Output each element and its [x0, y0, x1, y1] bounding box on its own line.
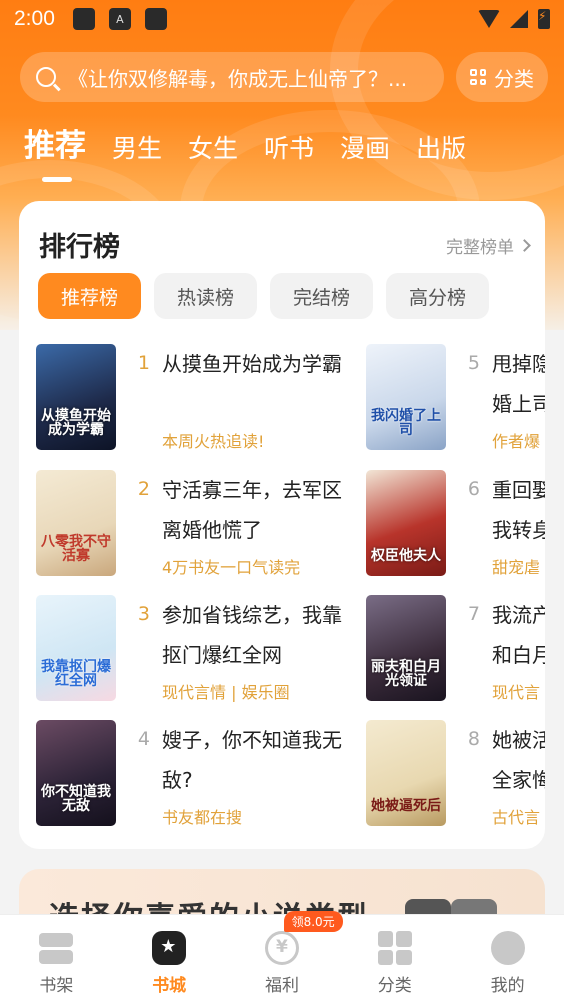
book-tag: 现代言 [492, 683, 541, 702]
ranking-title: 排行榜 [39, 232, 120, 263]
nav-bookstore[interactable]: ★ 书城 [113, 915, 226, 1002]
nav-welfare[interactable]: 福利 领8.0元 [226, 911, 343, 1002]
book-item[interactable]: 八零我不守活寡 2 守活寡三年，去军区离婚他慌了 4万书友一口气读完 [36, 470, 366, 580]
tab-female[interactable]: 女生 [188, 129, 238, 165]
book-cover: 从摸鱼开始成为学霸 [36, 344, 116, 450]
nav-label: 我的 [490, 976, 525, 996]
tab-audiobook[interactable]: 听书 [264, 129, 314, 165]
nav-label: 书架 [39, 976, 74, 996]
nav-profile[interactable]: 我的 [451, 915, 564, 1002]
notification-icon [72, 8, 95, 30]
nav-label: 书城 [152, 976, 187, 996]
rank-tab-recommend[interactable]: 推荐榜 [38, 273, 141, 319]
rank-number: 5 [467, 352, 480, 374]
notification-icon-2 [144, 8, 167, 30]
rank-number: 7 [467, 603, 480, 625]
book-tag: 作者爆 [492, 432, 541, 451]
search-icon [36, 67, 56, 87]
rank-tab-completed[interactable]: 完结榜 [270, 273, 373, 319]
category-label: 分类 [494, 66, 534, 91]
book-title: 从摸鱼开始成为学霸 [162, 352, 342, 376]
search-input[interactable]: 《让你双修解毒，你成无上仙帝了？... [20, 52, 444, 102]
coin-icon [264, 931, 299, 965]
ranking-tabs: 推荐榜 热读榜 完结榜 高分榜 [38, 273, 489, 319]
chevron-right-icon [518, 239, 531, 252]
book-cover: 我闪婚了上司 [366, 344, 446, 450]
book-title: 嫂子，你不知道我无敌? [162, 728, 342, 792]
category-icon [377, 931, 412, 965]
nav-label: 分类 [377, 976, 412, 996]
grid-icon [470, 69, 486, 85]
rank-number: 6 [467, 478, 480, 500]
book-tag: 本周火热追读! [162, 432, 265, 451]
book-tag: 甜宠虐 [492, 558, 541, 577]
status-bar: 2:00 A [0, 0, 564, 38]
book-tag: 书友都在搜 [162, 808, 243, 827]
book-title: 她被活全家悔 [492, 728, 545, 792]
book-title: 参加省钱综艺，我靠抠门爆红全网 [162, 603, 342, 667]
rank-number: 3 [137, 603, 150, 625]
rank-tab-hot[interactable]: 热读榜 [154, 273, 257, 319]
bookshelf-icon [39, 931, 74, 965]
book-cover: 八零我不守活寡 [36, 470, 116, 576]
book-title: 我流产和白月 [492, 603, 545, 667]
rank-number: 1 [137, 352, 150, 374]
book-title: 甩掉隐婚上司跟上司 [492, 352, 545, 416]
full-ranking-label: 完整榜单 [446, 238, 514, 258]
bookstore-icon: ★ [152, 931, 187, 965]
status-time: 2:00 [14, 7, 55, 30]
book-title: 重回娶我转身 [492, 478, 545, 542]
tab-recommend[interactable]: 推荐 [24, 120, 86, 165]
book-item[interactable]: 她被逼死后 8 她被活全家悔 古代言 [366, 720, 545, 830]
signal-icon [510, 10, 528, 28]
reward-badge: 领8.0元 [283, 911, 343, 932]
book-tag: 古代言 [492, 808, 541, 827]
tab-comics[interactable]: 漫画 [340, 129, 390, 165]
book-tag: 现代言情 | 娱乐圈 [162, 683, 290, 702]
book-item[interactable]: 我闪婚了上司 5 甩掉隐婚上司跟上司 作者爆 [366, 344, 545, 454]
channel-tabs: 推荐 男生 女生 听书 漫画 出版 [24, 120, 466, 165]
book-cover: 她被逼死后 [366, 720, 446, 826]
book-cover: 丽夫和白月光领证 [366, 595, 446, 701]
battery-icon [538, 9, 550, 29]
rank-number: 4 [137, 728, 150, 750]
rank-number: 2 [137, 478, 150, 500]
book-tag: 4万书友一口气读完 [162, 558, 301, 577]
nav-bookshelf[interactable]: 书架 [0, 915, 113, 1002]
book-item[interactable]: 我靠抠门爆红全网 3 参加省钱综艺，我靠抠门爆红全网 现代言情 | 娱乐圈 [36, 595, 366, 705]
wifi-icon [478, 10, 500, 28]
category-button[interactable]: 分类 [456, 52, 548, 102]
app-a-icon: A [108, 8, 131, 30]
tab-male[interactable]: 男生 [112, 129, 162, 165]
book-cover: 我靠抠门爆红全网 [36, 595, 116, 701]
active-tab-indicator [42, 177, 72, 182]
search-placeholder: 《让你双修解毒，你成无上仙帝了？... [68, 66, 408, 91]
book-item[interactable]: 丽夫和白月光领证 7 我流产和白月 现代言 [366, 595, 545, 705]
ranking-card: 排行榜 完整榜单 推荐榜 热读榜 完结榜 高分榜 从摸鱼开始成为学霸 1 从摸鱼… [19, 201, 545, 849]
book-item[interactable]: 权臣他夫人 6 重回娶我转身 甜宠虐 [366, 470, 545, 580]
bottom-navigation: 书架 ★ 书城 福利 领8.0元 分类 我的 [0, 911, 564, 1002]
nav-category[interactable]: 分类 [338, 915, 451, 1002]
book-title: 守活寡三年，去军区离婚他慌了 [162, 478, 342, 542]
book-item[interactable]: 你不知道我无敌 4 嫂子，你不知道我无敌? 书友都在搜 [36, 720, 366, 830]
full-ranking-link[interactable]: 完整榜单 [446, 233, 531, 258]
book-cover: 你不知道我无敌 [36, 720, 116, 826]
nav-label: 福利 [264, 976, 299, 996]
rank-tab-high-score[interactable]: 高分榜 [386, 273, 489, 319]
book-item[interactable]: 从摸鱼开始成为学霸 1 从摸鱼开始成为学霸 本周火热追读! [36, 344, 366, 454]
avatar-icon [490, 931, 525, 965]
tab-publishing[interactable]: 出版 [416, 129, 466, 165]
rank-number: 8 [467, 728, 480, 750]
book-cover: 权臣他夫人 [366, 470, 446, 576]
